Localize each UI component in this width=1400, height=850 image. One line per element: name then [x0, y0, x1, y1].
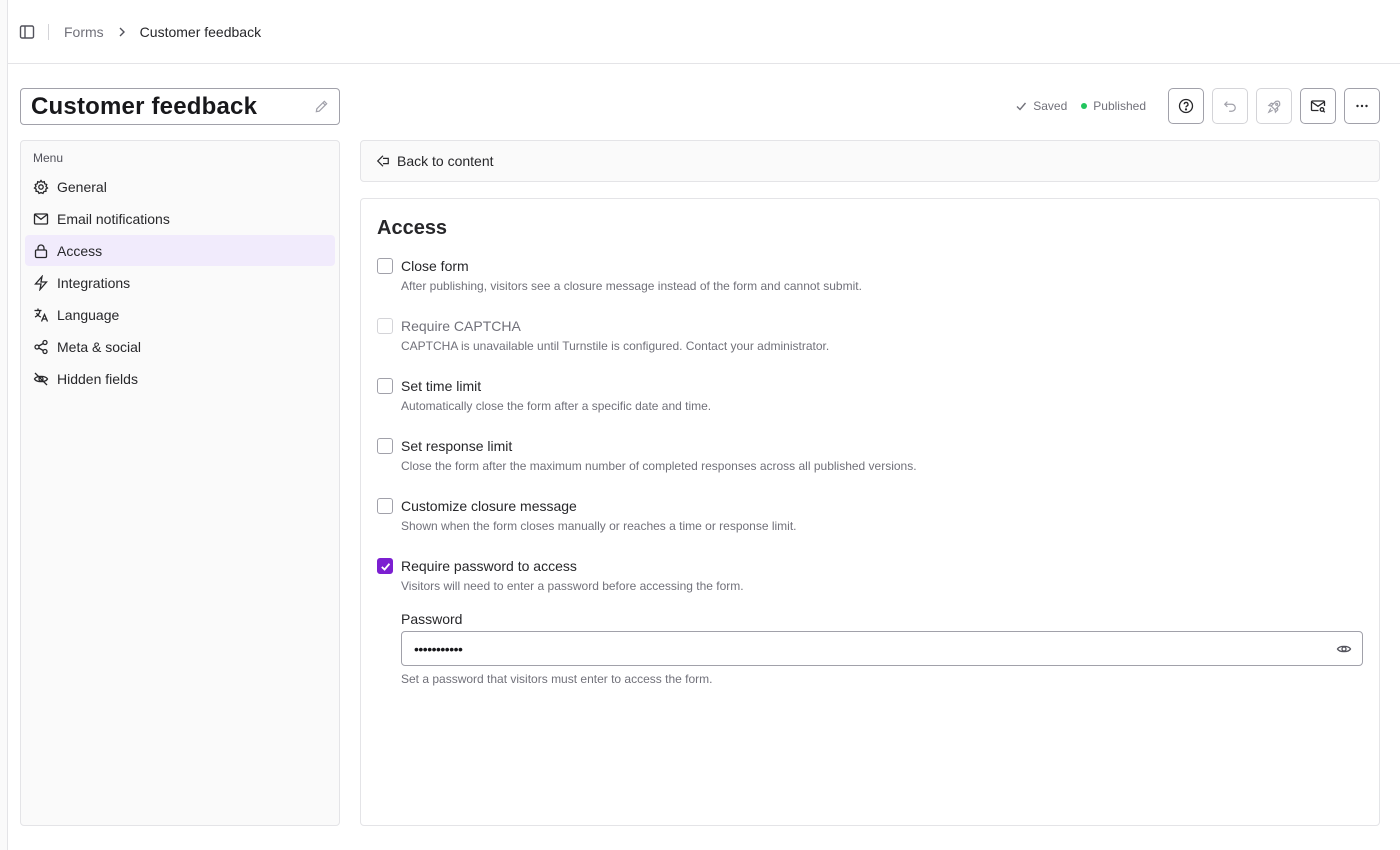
breadcrumb-forms[interactable]: Forms [64, 24, 104, 40]
option-description: Close the form after the maximum number … [401, 459, 917, 473]
menu-item-access[interactable]: Access [25, 235, 335, 266]
check-icon [1015, 100, 1027, 112]
mail-search-icon [1310, 98, 1326, 114]
menu-label-integrations: Integrations [57, 274, 131, 291]
set-response-limit-checkbox[interactable] [377, 438, 393, 454]
customize-closure-message-checkbox[interactable] [377, 498, 393, 514]
option-set-response-limit: Set response limit Close the form after … [377, 437, 1363, 497]
settings-menu: Menu General Email notifications Access [20, 140, 340, 826]
require-password-checkbox[interactable] [377, 558, 393, 574]
require-captcha-checkbox [377, 318, 393, 334]
published-label: Published [1093, 99, 1146, 113]
password-value[interactable]: ••••••••••• [414, 641, 463, 657]
option-label[interactable]: Require password to access [401, 557, 1363, 575]
option-description: CAPTCHA is unavailable until Turnstile i… [401, 339, 830, 353]
back-to-content-link[interactable]: Back to content [360, 140, 1380, 182]
close-form-checkbox[interactable] [377, 258, 393, 274]
option-description: After publishing, visitors see a closure… [401, 279, 862, 293]
option-require-captcha: Require CAPTCHA CAPTCHA is unavailable u… [377, 317, 1363, 377]
pencil-icon[interactable] [314, 99, 329, 114]
saved-status: Saved [1015, 99, 1067, 113]
option-label[interactable]: Customize closure message [401, 497, 1363, 515]
help-button[interactable] [1168, 88, 1204, 124]
gear-icon [33, 178, 49, 195]
menu-label-email-notifications: Email notifications [57, 210, 170, 227]
password-section: Password ••••••••••• Set a password that… [377, 611, 1363, 686]
published-status: Published [1081, 99, 1146, 113]
menu-item-general[interactable]: General [25, 171, 335, 202]
saved-label: Saved [1033, 99, 1068, 113]
option-require-password: Require password to access Visitors will… [377, 557, 1363, 617]
option-description: Visitors will need to enter a password b… [401, 579, 744, 593]
option-label[interactable]: Set time limit [401, 377, 1363, 395]
topbar-divider [48, 23, 49, 40]
translate-icon [33, 307, 49, 323]
menu-label-language: Language [57, 306, 120, 323]
menu-item-language[interactable]: Language [25, 299, 335, 330]
menu-heading: Menu [33, 151, 64, 165]
menu-item-integrations[interactable]: Integrations [25, 267, 335, 298]
menu-label-hidden-fields: Hidden fields [57, 370, 138, 387]
chevron-right-icon [118, 27, 126, 37]
menu-item-meta-social[interactable]: Meta & social [25, 331, 335, 362]
option-customize-closure-message: Customize closure message Shown when the… [377, 497, 1363, 557]
left-rail [0, 0, 8, 850]
undo-icon [1223, 99, 1237, 113]
password-help-text: Set a password that visitors must enter … [401, 672, 713, 686]
eye-icon[interactable] [1336, 641, 1352, 657]
menu-label-access: Access [57, 242, 103, 259]
check-icon [380, 562, 390, 571]
publish-button[interactable] [1256, 88, 1292, 124]
option-label: Require CAPTCHA [401, 318, 521, 334]
option-label[interactable]: Close form [401, 257, 1363, 275]
lightning-icon [33, 274, 49, 291]
option-close-form: Close form After publishing, visitors se… [377, 257, 1363, 317]
rocket-icon [1267, 99, 1282, 114]
help-circle-icon [1178, 98, 1194, 114]
status-toolbar: Saved Published [1015, 88, 1380, 124]
more-horizontal-icon [1354, 98, 1370, 114]
option-description: Shown when the form closes manually or r… [401, 519, 797, 533]
sidebar-toggle-icon[interactable] [18, 23, 36, 41]
more-button[interactable] [1344, 88, 1380, 124]
section-title: Access [377, 217, 448, 239]
menu-label-general: General [57, 178, 107, 195]
set-time-limit-checkbox[interactable] [377, 378, 393, 394]
email-preview-button[interactable] [1300, 88, 1336, 124]
option-description: Automatically close the form after a spe… [401, 399, 712, 413]
published-dot [1081, 103, 1088, 109]
top-bar: Forms Customer feedback [8, 0, 1400, 64]
eye-off-icon [33, 371, 49, 387]
option-label[interactable]: Set response limit [401, 437, 1363, 455]
back-to-content-label: Back to content [397, 153, 494, 169]
option-set-time-limit: Set time limit Automatically close the f… [377, 377, 1363, 437]
lock-icon [33, 243, 49, 259]
menu-item-email-notifications[interactable]: Email notifications [25, 203, 335, 234]
breadcrumb-current: Customer feedback [139, 23, 262, 40]
mail-icon [33, 211, 49, 227]
share-icon [33, 339, 49, 355]
undo-button[interactable] [1212, 88, 1248, 124]
back-arrow-icon [376, 154, 390, 168]
password-input[interactable]: ••••••••••• [401, 631, 1363, 666]
menu-label-meta-social: Meta & social [57, 338, 142, 355]
form-title-field[interactable]: Customer feedback [20, 88, 340, 125]
access-panel: Access Close form After publishing, visi… [360, 198, 1380, 826]
menu-item-hidden-fields[interactable]: Hidden fields [25, 363, 335, 394]
form-title[interactable]: Customer feedback [31, 93, 257, 121]
